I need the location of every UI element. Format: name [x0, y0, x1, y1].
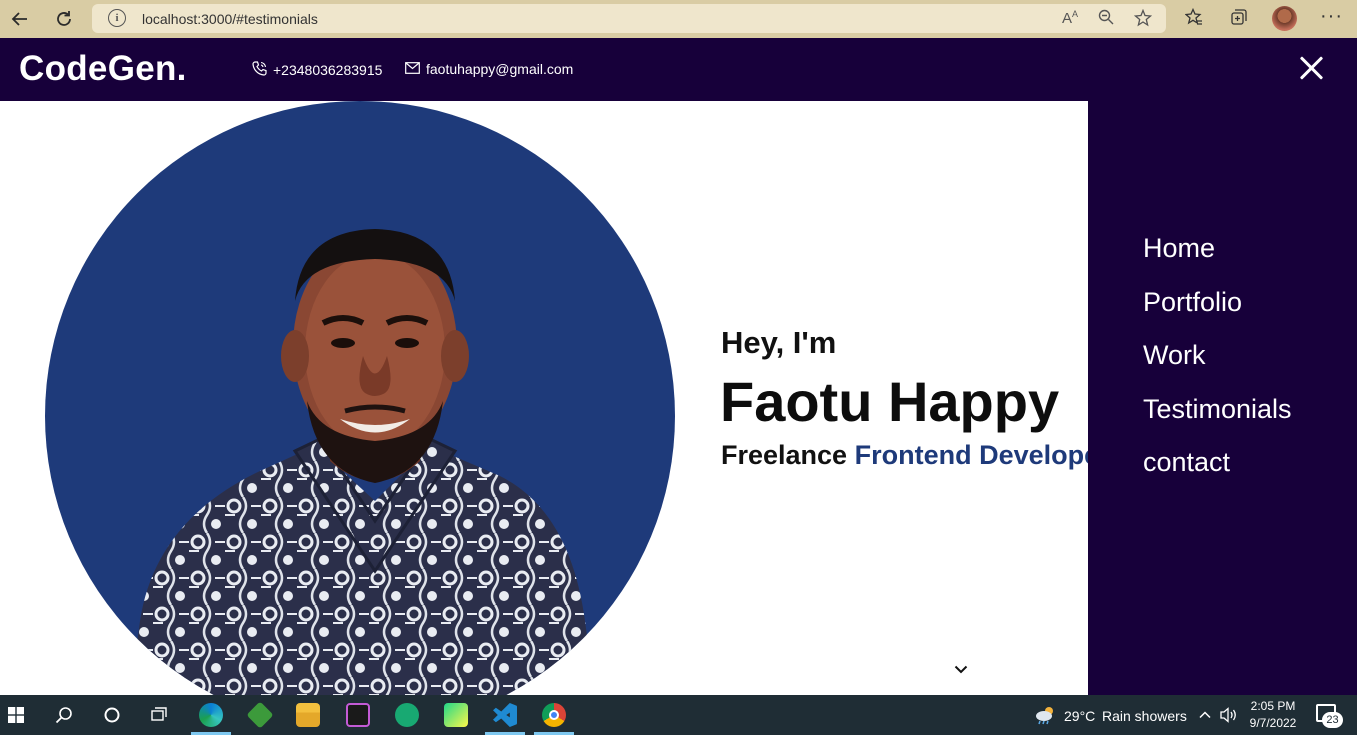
role-accent: Frontend Develope: [854, 440, 1088, 470]
terminal-icon[interactable]: [346, 703, 370, 727]
favorite-star-icon[interactable]: [1133, 8, 1153, 31]
read-aloud-icon[interactable]: AA: [1062, 9, 1078, 27]
weather-description[interactable]: Rain showers: [1102, 708, 1187, 724]
chevron-up-icon[interactable]: [1193, 703, 1217, 727]
back-arrow-icon[interactable]: [8, 7, 32, 31]
clock-time: 2:05 PM: [1250, 699, 1296, 713]
phone-contact[interactable]: +2348036283915: [252, 61, 382, 79]
nav-item-home[interactable]: Home: [1143, 229, 1292, 283]
hero-role: Freelance Frontend Develope: [721, 440, 1088, 471]
phone-icon: [252, 61, 267, 79]
nodejs-icon[interactable]: [246, 701, 274, 729]
hero-greeting: Hey, I'm: [721, 325, 837, 360]
nav-item-work[interactable]: Work: [1143, 336, 1292, 390]
favorites-icon[interactable]: [1184, 7, 1203, 31]
collections-icon[interactable]: [1230, 8, 1248, 31]
gitkraken-icon[interactable]: [395, 703, 419, 727]
profile-avatar[interactable]: [1272, 6, 1297, 31]
notification-count-badge: 23: [1322, 712, 1343, 728]
address-bar[interactable]: i localhost:3000/#testimonials AA: [92, 4, 1166, 33]
search-icon[interactable]: [52, 703, 76, 727]
edge-browser-icon[interactable]: [199, 703, 223, 727]
side-navigation: Home Portfolio Work Testimonials contact: [1088, 101, 1357, 695]
phone-number: +2348036283915: [273, 62, 383, 78]
nav-item-contact[interactable]: contact: [1143, 443, 1292, 497]
weather-temperature[interactable]: 29°C: [1064, 708, 1095, 724]
task-view-icon[interactable]: [147, 703, 171, 727]
volume-icon[interactable]: [1217, 703, 1241, 727]
vscode-icon[interactable]: [493, 703, 517, 727]
nav-item-testimonials[interactable]: Testimonials: [1143, 390, 1292, 444]
hero-section: Hey, I'm Faotu Happy Freelance Frontend …: [0, 101, 1088, 695]
site-logo[interactable]: CodeGen.: [19, 49, 187, 89]
refresh-icon[interactable]: [52, 7, 76, 31]
browser-toolbar: i localhost:3000/#testimonials AA ···: [0, 0, 1357, 38]
hero-name: Faotu Happy: [720, 370, 1060, 433]
email-address: faotuhappy@gmail.com: [426, 61, 574, 77]
zoom-icon[interactable]: [1098, 9, 1114, 29]
url-text[interactable]: localhost:3000/#testimonials: [142, 11, 318, 27]
person-illustration: [129, 229, 596, 695]
profile-photo: [45, 101, 675, 695]
windows-start-icon[interactable]: [4, 703, 28, 727]
more-menu-icon[interactable]: ···: [1320, 5, 1343, 28]
role-prefix: Freelance: [721, 440, 848, 470]
site-header: CodeGen. +2348036283915 faotuhappy@gmail…: [0, 38, 1357, 101]
system-clock[interactable]: 2:05 PM 9/7/2022: [1245, 698, 1301, 732]
info-icon[interactable]: i: [108, 9, 126, 27]
cortana-icon[interactable]: [100, 703, 124, 727]
mail-icon: [405, 61, 420, 77]
close-menu-icon[interactable]: [1297, 53, 1327, 83]
file-explorer-icon[interactable]: [296, 703, 320, 727]
chrome-browser-icon[interactable]: [542, 703, 566, 727]
pycharm-icon[interactable]: [444, 703, 468, 727]
chevron-down-icon[interactable]: [954, 662, 968, 676]
windows-taskbar: 29°C Rain showers 2:05 PM 9/7/2022 23: [0, 695, 1357, 735]
nav-item-portfolio[interactable]: Portfolio: [1143, 283, 1292, 337]
weather-rain-icon[interactable]: [1033, 703, 1057, 727]
nav-list: Home Portfolio Work Testimonials contact: [1143, 229, 1292, 497]
clock-date: 9/7/2022: [1249, 716, 1297, 730]
email-contact[interactable]: faotuhappy@gmail.com: [405, 61, 573, 77]
